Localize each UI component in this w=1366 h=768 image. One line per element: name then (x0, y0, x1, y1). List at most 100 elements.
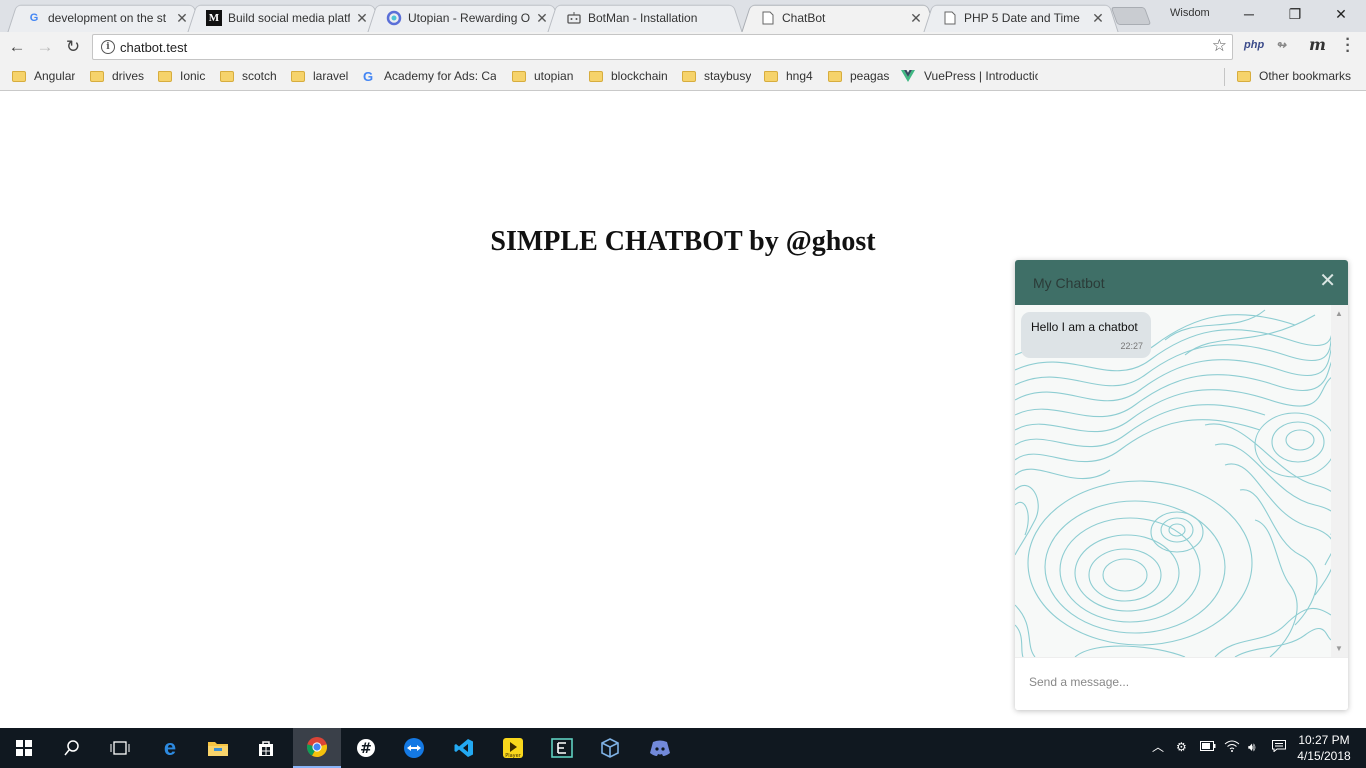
player-icon[interactable]: Player (489, 728, 537, 768)
scroll-up-icon[interactable]: ▲ (1335, 309, 1343, 318)
bookmark-vuepress[interactable]: VuePress | Introductio (900, 68, 1038, 84)
tab-title: Build social media platf (228, 11, 350, 25)
restore-icon[interactable]: ❐ (1272, 0, 1318, 28)
chat-title: My Chatbot (1033, 275, 1105, 291)
php-extension-icon[interactable]: php (1244, 39, 1264, 51)
tab-title: Utopian - Rewarding O (408, 11, 530, 25)
new-tab-button[interactable] (1110, 7, 1152, 25)
url-text[interactable]: chatbot.test (120, 40, 187, 55)
chat-header: My Chatbot ✕ (1015, 260, 1348, 305)
folder-icon (90, 70, 104, 82)
bookmark-utopian[interactable]: utopian (512, 68, 573, 84)
tab-title: development on the st (48, 11, 167, 25)
tab-utopian[interactable]: Utopian - Rewarding O ✕ (372, 4, 558, 32)
page-title: SIMPLE CHATBOT by @ghost (490, 226, 876, 257)
chat-input-area (1015, 657, 1348, 710)
virtualbox-icon[interactable] (586, 728, 634, 768)
clock-time: 10:27 PM (1298, 733, 1350, 747)
address-bar[interactable]: i chatbot.test ☆ (92, 34, 1233, 60)
bookmark-hng4[interactable]: hng4 (764, 68, 813, 84)
page-icon (760, 10, 776, 26)
m-extension-icon[interactable]: m (1309, 35, 1326, 54)
close-icon[interactable]: ✕ (354, 10, 370, 26)
star-icon[interactable]: ☆ (1212, 36, 1227, 56)
tab-botman-installation[interactable]: BotMan - Installation (552, 4, 738, 32)
chevron-up-icon[interactable]: ︿ (1152, 738, 1164, 755)
profile-name[interactable]: Wisdom (1170, 7, 1210, 19)
message-time: 22:27 (1120, 341, 1143, 351)
google-g-icon: G (362, 68, 374, 84)
message-text: Hello I am a chatbot (1031, 320, 1138, 334)
bookmark-other-bookmarks[interactable]: Other bookmarks (1237, 68, 1351, 84)
chat-scrollbar[interactable]: ▲ ▼ (1331, 305, 1348, 657)
volume-icon[interactable]: 🔊︎ (1248, 740, 1256, 755)
close-icon[interactable]: ✕ (1319, 268, 1336, 293)
battery-icon[interactable] (1200, 740, 1216, 754)
tab-php-date-time[interactable]: PHP 5 Date and Time ✕ (928, 4, 1114, 32)
message-input[interactable] (1029, 675, 1329, 689)
system-clock[interactable]: 10:27 PM 4/15/2018 (1296, 732, 1352, 764)
edge-icon[interactable]: e (146, 728, 194, 768)
chat-messages-area[interactable]: ▲ ▼ Hello I am a chatbot 22:27 (1015, 305, 1348, 657)
svg-text:Player: Player (505, 753, 522, 759)
task-view-icon[interactable] (96, 728, 144, 768)
bookmark-angular[interactable]: Angular (12, 68, 75, 84)
folder-icon (764, 70, 778, 82)
close-icon[interactable]: ✕ (908, 10, 924, 26)
info-icon[interactable]: i (101, 40, 115, 54)
network-settings-icon[interactable]: ⚙ (1176, 740, 1187, 754)
browser-tab-strip: G development on the st ✕ M Build social… (0, 0, 1366, 32)
tab-title: PHP 5 Date and Time (964, 11, 1080, 25)
clock-date: 4/15/2018 (1297, 749, 1351, 763)
medium-m-icon: M (206, 10, 222, 26)
close-icon[interactable]: ✕ (1090, 10, 1106, 26)
folder-icon (828, 70, 842, 82)
bookmark-scotch[interactable]: scotch (220, 68, 277, 84)
bookmark-staybusy[interactable]: staybusy (682, 68, 751, 84)
close-icon[interactable]: ✕ (174, 10, 190, 26)
chat-widget: My Chatbot ✕ ▲ ▼ Hello I am a chatbot 22… (1015, 260, 1348, 710)
teamviewer-icon[interactable] (390, 728, 438, 768)
folder-icon (682, 70, 696, 82)
tab-chatbot[interactable]: ChatBot ✕ (746, 4, 932, 32)
bookmark-blockchain[interactable]: blockchain (589, 68, 668, 84)
folder-icon (158, 70, 172, 82)
menu-icon[interactable]: · · · (1340, 32, 1356, 60)
close-icon[interactable]: ✕ (534, 10, 550, 26)
windows-taskbar: e # Player ︿ ⚙ 🔊︎ 10:27 PM 4/15/2018 (0, 728, 1366, 768)
emulator-icon[interactable] (538, 728, 586, 768)
chrome-icon[interactable] (293, 728, 341, 768)
tab-development[interactable]: G development on the st ✕ (12, 4, 198, 32)
discord-icon[interactable] (636, 728, 684, 768)
folder-icon (12, 70, 26, 82)
tab-build-social-media[interactable]: M Build social media platf ✕ (192, 4, 378, 32)
bookmark-peagas[interactable]: peagas (828, 68, 889, 84)
vue-icon (900, 68, 916, 84)
bookmark-academy-for-ads[interactable]: G Academy for Ads: Cat (360, 68, 496, 84)
folder-icon (220, 70, 234, 82)
folder-icon (512, 70, 526, 82)
tab-title: BotMan - Installation (588, 11, 698, 25)
slack-icon[interactable]: # (342, 728, 390, 768)
browser-toolbar: ← → ↻ i chatbot.test ☆ php ↬ m · · · (0, 32, 1366, 62)
forward-arrow-icon[interactable]: → (32, 35, 58, 59)
windows-start-icon[interactable] (0, 728, 48, 768)
store-icon[interactable] (242, 728, 290, 768)
tab-title: ChatBot (782, 11, 826, 25)
notifications-icon[interactable] (1272, 740, 1286, 755)
file-explorer-icon[interactable] (194, 728, 242, 768)
extension-icon[interactable]: ↬ (1276, 38, 1286, 52)
bookmark-drives[interactable]: drives (90, 68, 144, 84)
vscode-icon[interactable] (440, 728, 488, 768)
page-icon (942, 10, 958, 26)
wifi-icon[interactable] (1224, 740, 1240, 755)
minimize-icon[interactable]: ─ (1226, 0, 1272, 28)
bookmark-ionic[interactable]: Ionic (158, 68, 205, 84)
search-icon[interactable] (48, 728, 96, 768)
scroll-down-icon[interactable]: ▼ (1335, 644, 1343, 653)
bookmark-laravel[interactable]: laravel (291, 68, 348, 84)
utopian-icon (386, 10, 402, 26)
close-window-icon[interactable]: ✕ (1318, 0, 1364, 28)
back-arrow-icon[interactable]: ← (4, 35, 30, 59)
reload-icon[interactable]: ↻ (60, 35, 86, 59)
